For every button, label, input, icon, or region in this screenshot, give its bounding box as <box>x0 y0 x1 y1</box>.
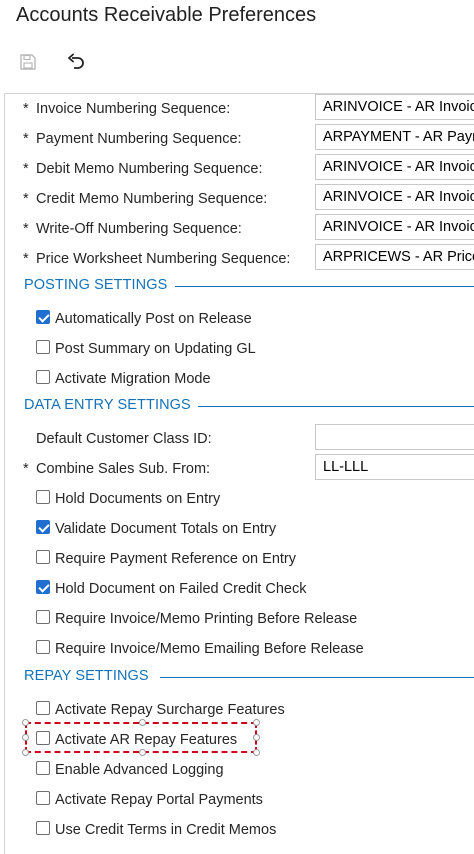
hold-failed-credit-checkbox[interactable] <box>36 580 50 594</box>
advanced-logging-label[interactable]: Enable Advanced Logging <box>55 762 224 778</box>
validate-totals-row: Validate Document Totals on Entry <box>5 514 474 544</box>
data-entry-settings-header[interactable]: DATA ENTRY SETTINGS <box>5 397 474 417</box>
require-emailing-label[interactable]: Require Invoice/Memo Emailing Before Rel… <box>55 641 364 657</box>
resize-handle[interactable] <box>22 734 29 741</box>
combine-sales-sub-field[interactable]: LL-LLL <box>315 454 474 480</box>
post-summary-checkbox[interactable] <box>36 340 50 354</box>
repay-settings-header[interactable]: REPAY SETTINGS <box>5 668 474 688</box>
post-summary-row: Post Summary on Updating GL <box>5 334 474 364</box>
migration-mode-label[interactable]: Activate Migration Mode <box>55 371 211 387</box>
payment-sequence-label: Payment Numbering Sequence: <box>36 131 242 147</box>
resize-handle[interactable] <box>253 749 260 756</box>
invoice-sequence-field[interactable]: ARINVOICE - AR Invoice <box>315 94 474 120</box>
hold-documents-row: Hold Documents on Entry <box>5 484 474 514</box>
require-printing-checkbox[interactable] <box>36 610 50 624</box>
posting-settings-header[interactable]: POSTING SETTINGS <box>5 277 474 297</box>
price-worksheet-sequence-row: * Price Worksheet Numbering Sequence: AR… <box>5 244 474 274</box>
post-summary-label[interactable]: Post Summary on Updating GL <box>55 341 256 357</box>
section-divider <box>160 677 474 678</box>
require-payment-ref-row: Require Payment Reference on Entry <box>5 544 474 574</box>
undo-icon <box>68 53 84 69</box>
resize-handle[interactable] <box>139 719 146 726</box>
advanced-logging-row: Enable Advanced Logging <box>5 755 474 785</box>
resize-handle[interactable] <box>22 719 29 726</box>
resize-handle[interactable] <box>253 734 260 741</box>
required-marker: * <box>23 101 29 117</box>
payment-sequence-field[interactable]: ARPAYMENT - AR Payment <box>315 124 474 150</box>
default-customer-class-field[interactable] <box>315 424 474 450</box>
payment-sequence-row: * Payment Numbering Sequence: ARPAYMENT … <box>5 124 474 154</box>
require-printing-row: Require Invoice/Memo Printing Before Rel… <box>5 604 474 634</box>
undo-button[interactable] <box>64 50 88 74</box>
required-marker: * <box>23 461 29 477</box>
hold-documents-label[interactable]: Hold Documents on Entry <box>55 491 220 507</box>
advanced-logging-checkbox[interactable] <box>36 761 50 775</box>
require-emailing-checkbox[interactable] <box>36 640 50 654</box>
required-marker: * <box>23 161 29 177</box>
page-title: Accounts Receivable Preferences <box>16 4 317 26</box>
repay-surcharge-checkbox[interactable] <box>36 701 50 715</box>
default-customer-class-label: Default Customer Class ID: <box>36 431 212 447</box>
resize-handle[interactable] <box>139 749 146 756</box>
repay-portal-checkbox[interactable] <box>36 791 50 805</box>
require-payment-ref-label[interactable]: Require Payment Reference on Entry <box>55 551 296 567</box>
repay-portal-label[interactable]: Activate Repay Portal Payments <box>55 792 263 808</box>
credit-terms-label[interactable]: Use Credit Terms in Credit Memos <box>55 822 276 838</box>
invoice-sequence-row: * Invoice Numbering Sequence: ARINVOICE … <box>5 94 474 124</box>
write-off-sequence-label: Write-Off Numbering Sequence: <box>36 221 242 237</box>
price-worksheet-sequence-field[interactable]: ARPRICEWS - AR Price <box>315 244 474 270</box>
credit-memo-sequence-field[interactable]: ARINVOICE - AR Invoice <box>315 184 474 210</box>
hold-failed-credit-row: Hold Document on Failed Credit Check <box>5 574 474 604</box>
write-off-sequence-row: * Write-Off Numbering Sequence: ARINVOIC… <box>5 214 474 244</box>
require-printing-label[interactable]: Require Invoice/Memo Printing Before Rel… <box>55 611 357 627</box>
default-customer-class-row: Default Customer Class ID: <box>5 424 474 454</box>
save-button[interactable] <box>16 50 40 74</box>
auto-post-checkbox[interactable] <box>36 310 50 324</box>
section-divider <box>175 286 474 287</box>
repay-surcharge-row: Activate Repay Surcharge Features <box>5 695 474 725</box>
credit-memo-sequence-label: Credit Memo Numbering Sequence: <box>36 191 268 207</box>
required-marker: * <box>23 191 29 207</box>
selection-highlight <box>22 719 260 756</box>
repay-portal-row: Activate Repay Portal Payments <box>5 785 474 815</box>
save-icon <box>20 54 36 70</box>
migration-mode-row: Activate Migration Mode <box>5 364 474 394</box>
write-off-sequence-field[interactable]: ARINVOICE - AR Invoice <box>315 214 474 240</box>
resize-handle[interactable] <box>253 719 260 726</box>
preferences-panel: * Invoice Numbering Sequence: ARINVOICE … <box>4 93 474 854</box>
required-marker: * <box>23 131 29 147</box>
posting-settings-title: POSTING SETTINGS <box>24 277 168 293</box>
require-payment-ref-checkbox[interactable] <box>36 550 50 564</box>
data-entry-settings-title: DATA ENTRY SETTINGS <box>24 397 191 413</box>
price-worksheet-sequence-label: Price Worksheet Numbering Sequence: <box>36 251 291 267</box>
validate-totals-label[interactable]: Validate Document Totals on Entry <box>55 521 276 537</box>
validate-totals-checkbox[interactable] <box>36 520 50 534</box>
invoice-sequence-label: Invoice Numbering Sequence: <box>36 101 231 117</box>
required-marker: * <box>23 251 29 267</box>
credit-terms-checkbox[interactable] <box>36 821 50 835</box>
hold-failed-credit-label[interactable]: Hold Document on Failed Credit Check <box>55 581 306 597</box>
repay-surcharge-label[interactable]: Activate Repay Surcharge Features <box>55 702 285 718</box>
section-divider <box>198 406 474 407</box>
debit-memo-sequence-field[interactable]: ARINVOICE - AR Invoice <box>315 154 474 180</box>
resize-handle[interactable] <box>22 749 29 756</box>
required-marker: * <box>23 221 29 237</box>
auto-post-row: Automatically Post on Release <box>5 304 474 334</box>
require-emailing-row: Require Invoice/Memo Emailing Before Rel… <box>5 634 474 664</box>
credit-terms-row: Use Credit Terms in Credit Memos <box>5 815 474 845</box>
auto-post-label[interactable]: Automatically Post on Release <box>55 311 252 327</box>
debit-memo-sequence-row: * Debit Memo Numbering Sequence: ARINVOI… <box>5 154 474 184</box>
repay-settings-title: REPAY SETTINGS <box>24 668 149 684</box>
combine-sales-sub-label: Combine Sales Sub. From: <box>36 461 211 477</box>
combine-sales-sub-row: * Combine Sales Sub. From: LL-LLL <box>5 454 474 484</box>
credit-memo-sequence-row: * Credit Memo Numbering Sequence: ARINVO… <box>5 184 474 214</box>
debit-memo-sequence-label: Debit Memo Numbering Sequence: <box>36 161 263 177</box>
migration-mode-checkbox[interactable] <box>36 370 50 384</box>
hold-documents-checkbox[interactable] <box>36 490 50 504</box>
